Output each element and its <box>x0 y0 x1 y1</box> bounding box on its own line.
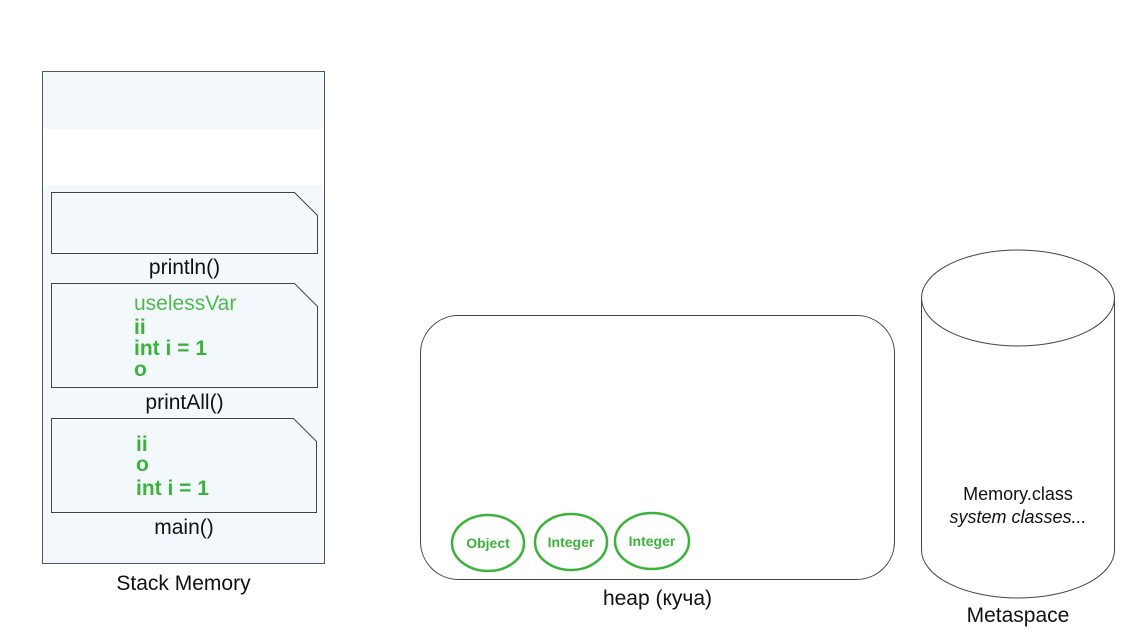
metaspace-contents: Memory.class system classes... <box>921 483 1115 530</box>
var-o: o <box>134 358 147 381</box>
heap-label: heap (куча) <box>602 587 713 610</box>
stack-top-shade <box>43 72 324 129</box>
metaspace-system-classes: system classes... <box>949 507 1087 528</box>
metaspace-label: Metaspace <box>966 604 1070 627</box>
metaspace-class-entry: Memory.class <box>963 484 1073 504</box>
var-uselessvar: uselessVar <box>134 292 237 315</box>
frame-label-main: main() <box>154 516 214 539</box>
frame-main-vars: ii o int i = 1 <box>136 434 306 504</box>
heap-integer-label: Integer <box>547 534 595 550</box>
var-ii: ii <box>134 316 146 339</box>
heap-object-label: Object <box>466 535 510 551</box>
frame-label-printall: printAll() <box>145 391 224 414</box>
frame-label-println: println() <box>148 256 221 279</box>
var-int-i: int i = 1 <box>134 337 207 360</box>
frame-println-box <box>51 192 318 254</box>
stack-memory-label: Stack Memory <box>116 572 251 595</box>
var-int-i: int i = 1 <box>136 477 209 500</box>
var-o: o <box>136 453 149 476</box>
metaspace-cylinder-top <box>921 249 1115 347</box>
var-ii: ii <box>136 433 148 456</box>
frame-printall-vars: uselessVar ii int i = 1 o <box>134 293 304 383</box>
heap-integer-label: Integer <box>628 533 676 549</box>
